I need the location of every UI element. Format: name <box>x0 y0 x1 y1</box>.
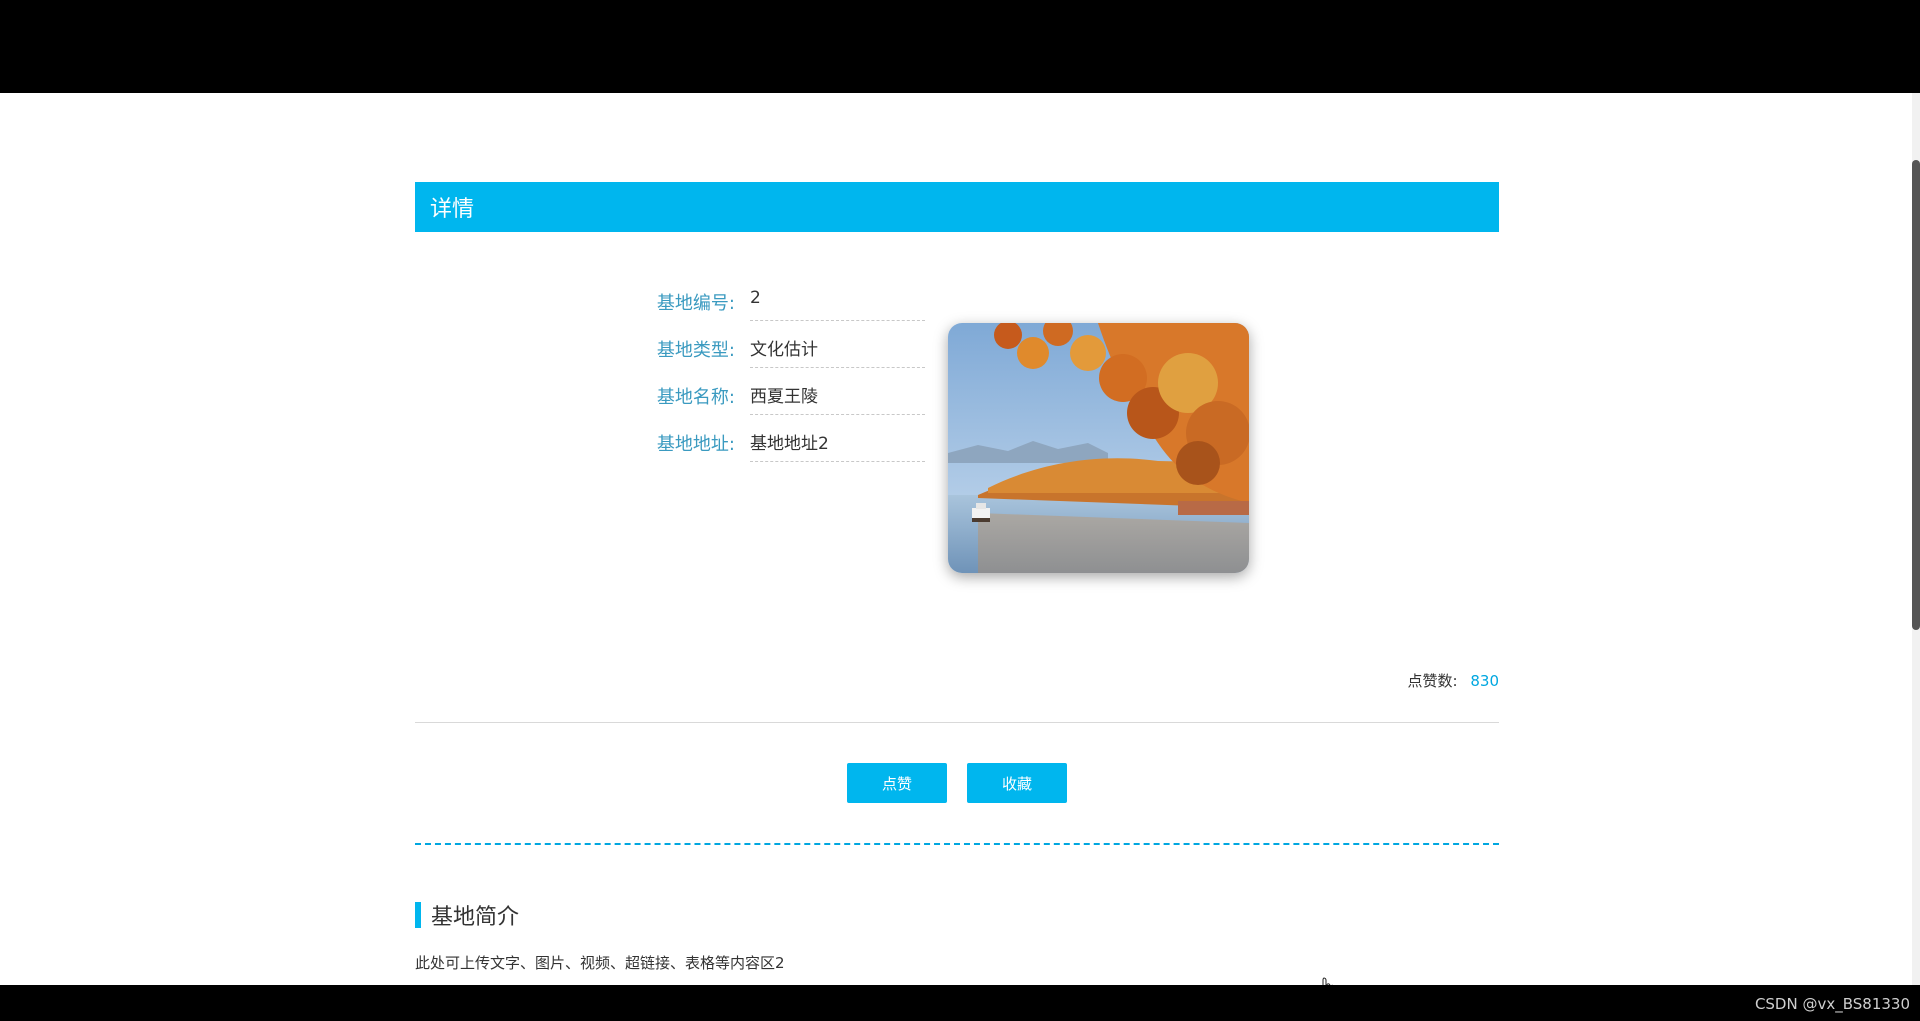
detail-header-title: 详情 <box>430 197 475 222</box>
intro-accent-bar <box>415 902 421 928</box>
field-row-address: 基地地址: 基地地址2 <box>625 415 925 462</box>
field-label: 基地地址: <box>656 434 735 455</box>
intro-title: 基地简介 <box>431 905 520 930</box>
likes-info: 点赞数: 830 <box>1408 670 1499 691</box>
scrollbar-thumb[interactable] <box>1912 160 1920 630</box>
likes-count: 830 <box>1470 672 1499 690</box>
top-black-bar <box>0 0 1920 93</box>
intro-heading: 基地简介 <box>415 899 519 931</box>
dashed-divider <box>415 843 1499 845</box>
field-label: 基地编号: <box>656 293 735 314</box>
lake-autumn-image <box>948 323 1249 573</box>
likes-label: 点赞数: <box>1407 672 1458 690</box>
intro-content: 此处可上传文字、图片、视频、超链接、表格等内容区2 <box>415 954 785 972</box>
divider <box>415 722 1499 723</box>
detail-area: 基地编号: 2 基地类型: 文化估计 基地名称: 西夏王陵 基地地址: 基地地址… <box>415 232 1499 1001</box>
field-value: 文化估计 <box>750 335 925 368</box>
favorite-button[interactable]: 收藏 <box>967 763 1067 803</box>
watermark-text: CSDN @vx_BS81330 <box>1754 995 1910 1013</box>
field-row-name: 基地名称: 西夏王陵 <box>625 368 925 415</box>
field-row-id: 基地编号: 2 <box>625 274 925 321</box>
field-value: 2 <box>750 288 925 321</box>
field-list: 基地编号: 2 基地类型: 文化估计 基地名称: 西夏王陵 基地地址: 基地地址… <box>625 274 925 462</box>
field-value: 基地地址2 <box>750 429 925 462</box>
field-row-type: 基地类型: 文化估计 <box>625 321 925 368</box>
like-button[interactable]: 点赞 <box>847 763 947 803</box>
field-label: 基地名称: <box>656 387 735 408</box>
detail-page: 详情 基地编号: 2 基地类型: 文化估计 基地名称: 西夏王陵 基地地址: 基… <box>415 182 1499 1001</box>
detail-header: 详情 <box>415 182 1499 232</box>
action-buttons: 点赞 收藏 <box>415 763 1499 803</box>
bottom-black-bar: CSDN @vx_BS81330 <box>0 985 1920 1021</box>
base-photo <box>948 323 1249 573</box>
field-label: 基地类型: <box>656 340 735 361</box>
field-value: 西夏王陵 <box>750 382 925 415</box>
